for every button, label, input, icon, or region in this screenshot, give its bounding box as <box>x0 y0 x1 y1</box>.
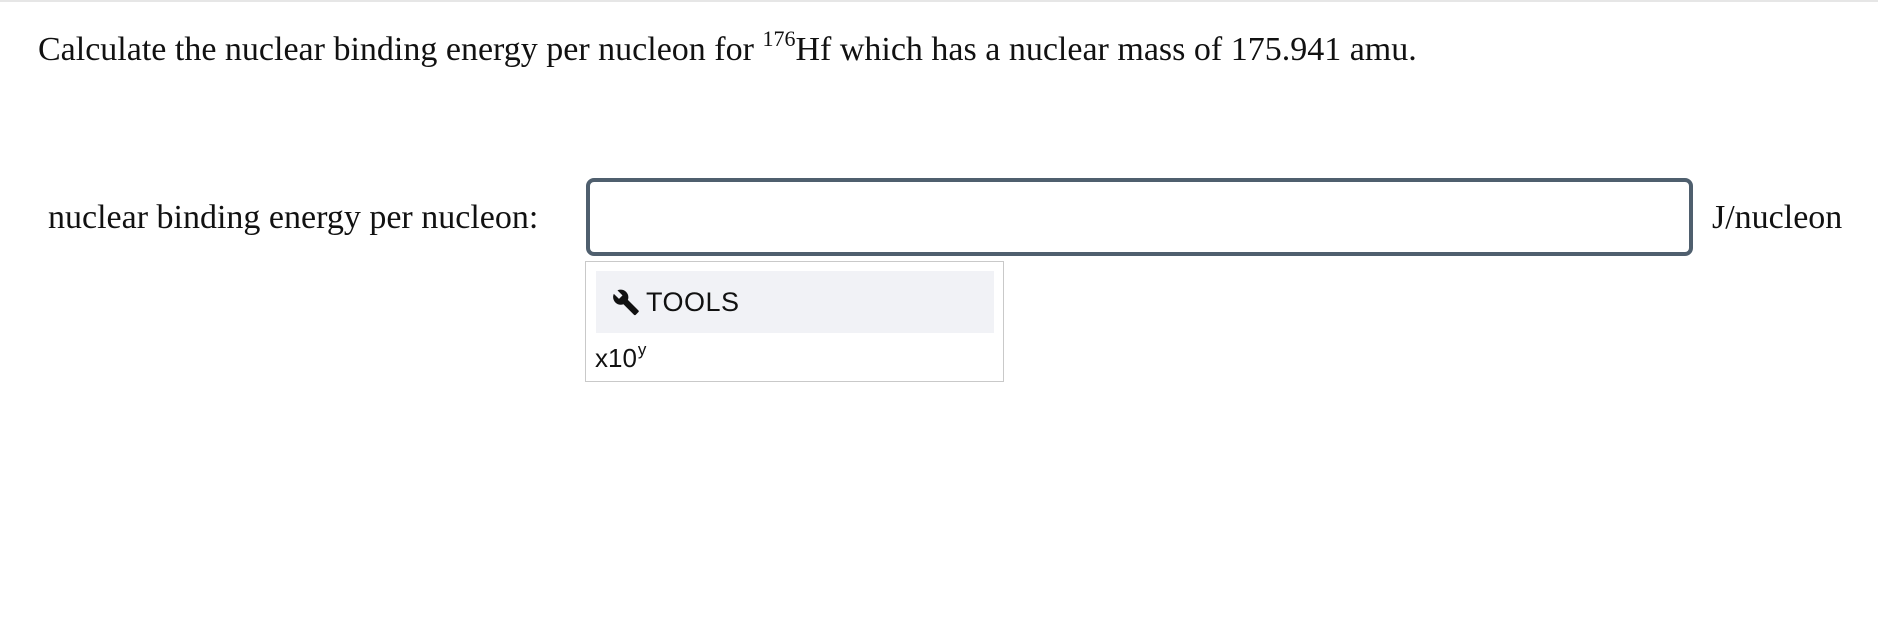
tools-label: TOOLS <box>646 286 740 317</box>
tools-panel: TOOLS x10y <box>585 261 1004 382</box>
answer-label: nuclear binding energy per nucleon: <box>48 199 539 236</box>
question-prefix: Calculate the nuclear binding energy per… <box>38 31 763 68</box>
top-divider <box>0 0 1878 2</box>
tools-toggle-button[interactable]: TOOLS <box>596 271 994 333</box>
binding-energy-input[interactable] <box>586 178 1693 256</box>
exponent-base: x10 <box>595 343 637 373</box>
question-suffix: which has a nuclear mass of 175.941 amu. <box>831 31 1417 68</box>
isotope-symbol: Hf <box>795 31 832 68</box>
scientific-notation-button[interactable]: x10y <box>595 340 646 376</box>
question-text: Calculate the nuclear binding energy per… <box>38 28 1417 72</box>
exponent-symbol: y <box>637 340 647 359</box>
wrench-icon <box>612 288 640 316</box>
isotope-mass-number: 176 <box>762 26 796 51</box>
unit-label: J/nucleon <box>1712 199 1843 236</box>
